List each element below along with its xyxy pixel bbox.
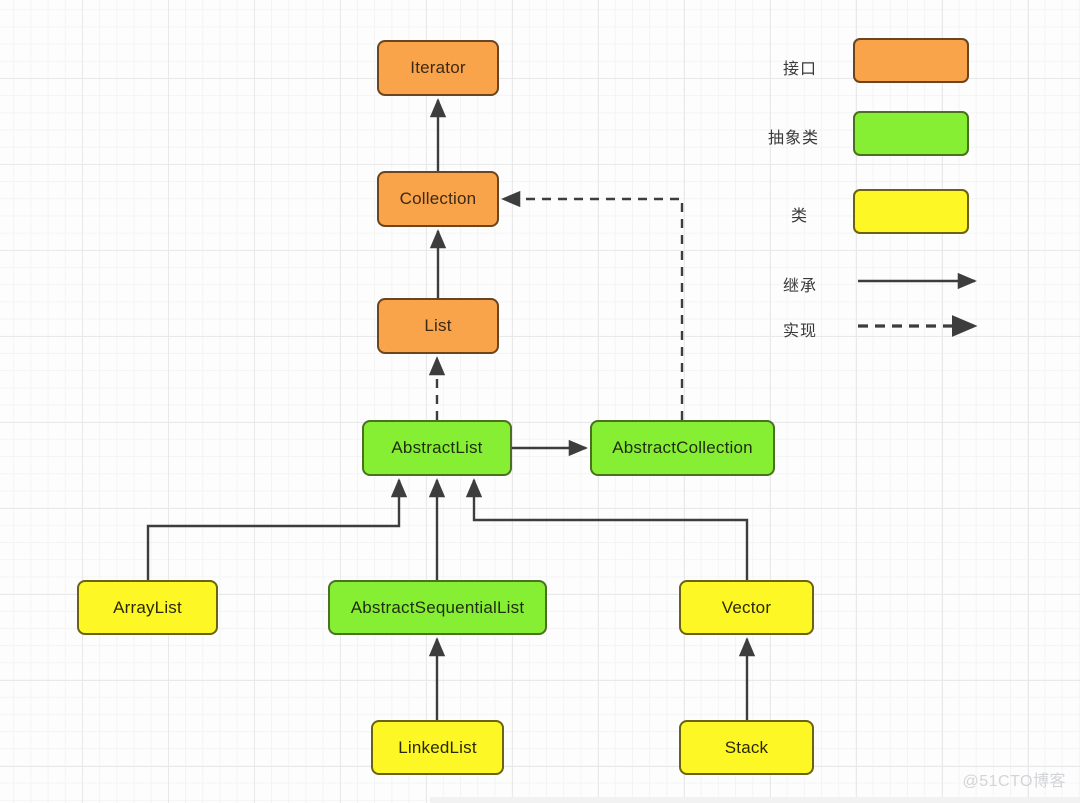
node-label: Iterator	[410, 58, 466, 77]
node-stack[interactable]: Stack	[679, 720, 814, 775]
node-label: Vector	[721, 597, 772, 617]
node-abstractlist[interactable]: AbstractList	[362, 420, 512, 476]
legend-abstract-label: 抽象类	[768, 130, 820, 147]
node-label: Stack	[724, 737, 769, 757]
node-iterator[interactable]: Iterator	[377, 40, 499, 96]
edge-vector-to-abstractlist	[465, 478, 749, 580]
bottom-strip	[430, 797, 1080, 803]
edge-arraylist-to-abstractlist	[146, 478, 408, 580]
node-label: LinkedList	[398, 737, 477, 757]
node-label: AbstractSequentialList	[350, 597, 525, 617]
node-collection[interactable]: Collection	[377, 171, 499, 227]
legend-class-swatch	[853, 189, 969, 234]
edge-abstractcollection-to-collection	[501, 190, 684, 420]
watermark: @51CTO博客	[962, 773, 1066, 790]
node-label: AbstractCollection	[612, 438, 753, 457]
node-label: ArrayList	[113, 597, 182, 617]
legend-arrow-paths	[858, 272, 978, 337]
legend-abstract-swatch	[853, 111, 969, 156]
node-list[interactable]: List	[377, 298, 499, 354]
node-abstractsequentiallist[interactable]: AbstractSequentialList	[328, 580, 547, 635]
legend-class-label: 类	[791, 208, 809, 225]
node-vector[interactable]: Vector	[679, 580, 814, 635]
node-label: Collection	[399, 189, 477, 208]
diagram-canvas: Iterator Collection List AbstractList Abstra…	[0, 0, 1080, 803]
node-label: AbstractList	[391, 438, 483, 457]
node-linkedlist[interactable]: LinkedList	[371, 720, 504, 775]
legend-realization-label: 实现	[783, 323, 818, 340]
node-abstractcollection[interactable]: AbstractCollection	[590, 420, 775, 476]
legend-inheritance-label: 继承	[783, 278, 818, 295]
node-arraylist[interactable]: ArrayList	[77, 580, 218, 635]
legend-interface-swatch	[853, 38, 969, 83]
node-label: List	[424, 316, 452, 335]
legend-interface-label: 接口	[783, 61, 818, 78]
